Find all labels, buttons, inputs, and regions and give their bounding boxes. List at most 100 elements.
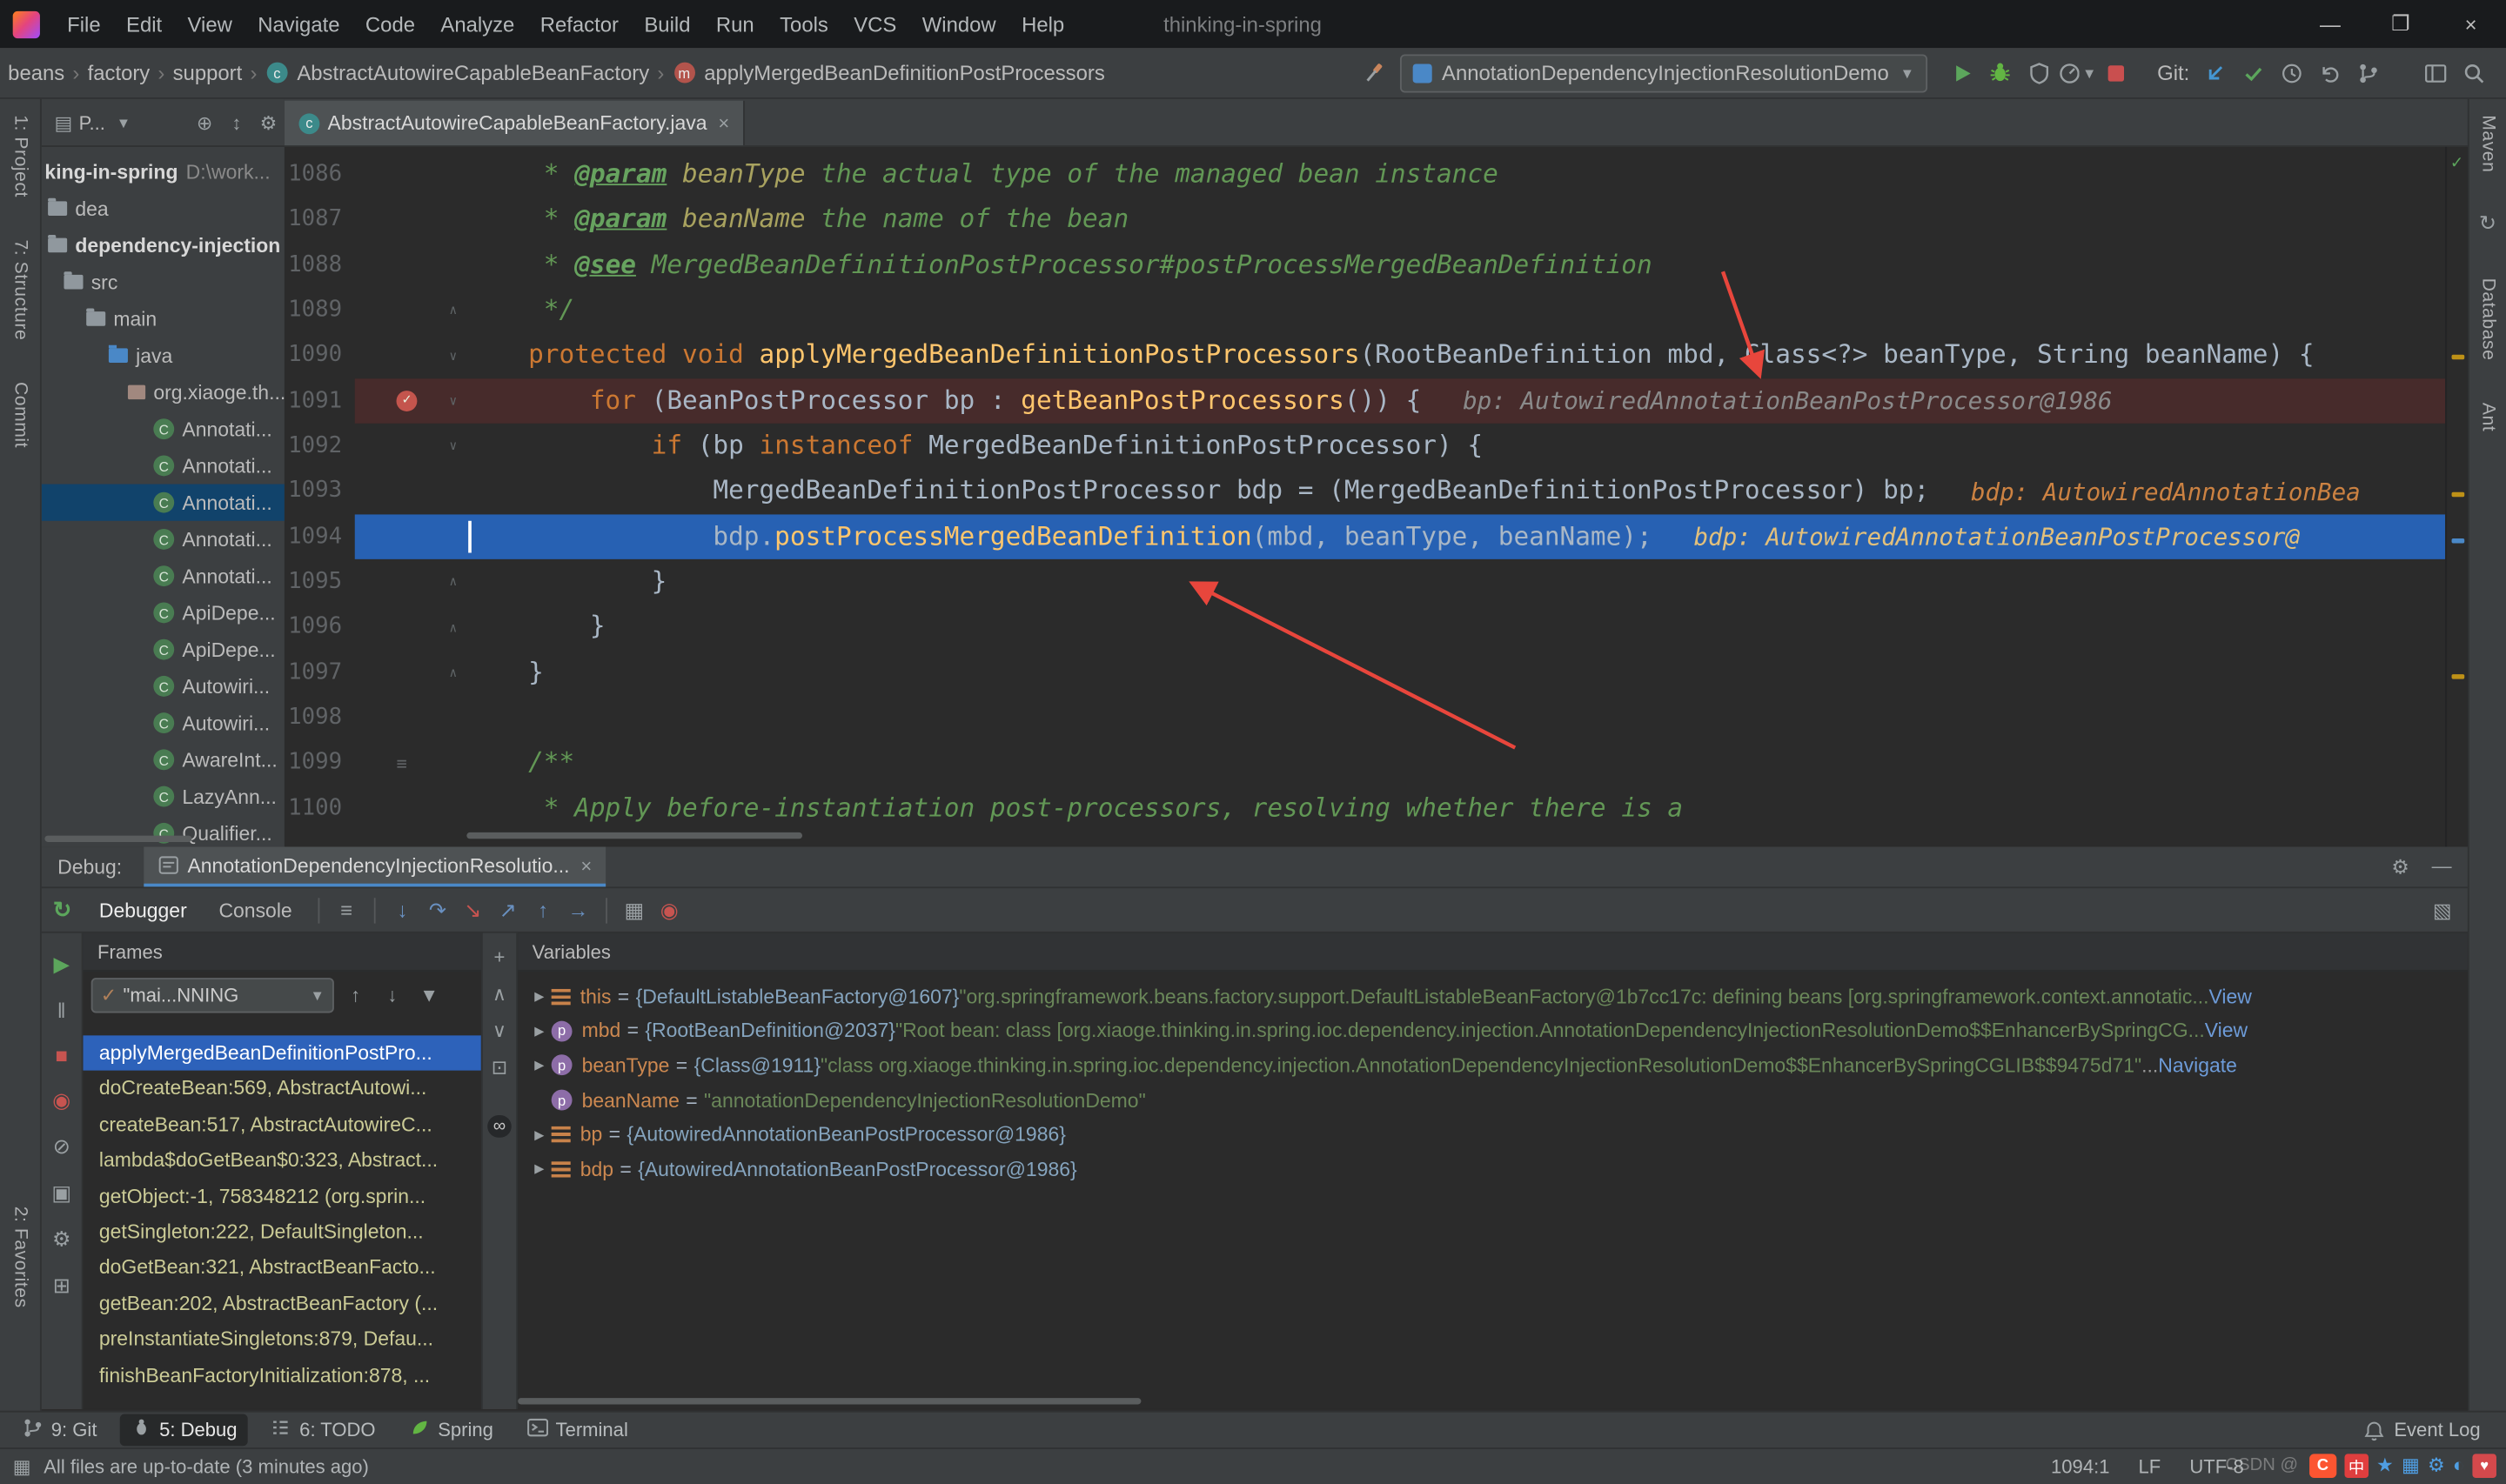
line-number[interactable]: 1091	[285, 378, 355, 424]
fold-icon[interactable]: ∨	[449, 439, 457, 454]
stop-icon[interactable]: ■	[55, 1043, 67, 1067]
line-number[interactable]: 1100	[285, 785, 355, 831]
close-tab-icon[interactable]: ×	[580, 854, 592, 877]
debug-button[interactable]	[1981, 55, 2020, 90]
search-everywhere-icon[interactable]	[2455, 55, 2493, 90]
drop-frame-icon[interactable]: ↑	[526, 898, 560, 922]
editor-gutter[interactable]: ∨	[355, 333, 467, 378]
link-view[interactable]: View	[2208, 986, 2251, 1008]
variable-row[interactable]: pbeanName="annotationDependencyInjection…	[518, 1083, 2468, 1118]
toolwindow-button-spring[interactable]: Spring	[398, 1414, 504, 1447]
code-line[interactable]: 1098	[285, 695, 2445, 740]
breadcrumb-item[interactable]: AbstractAutowireCapableBeanFactory	[296, 61, 651, 85]
editor-gutter[interactable]: ∧	[355, 288, 467, 333]
tree-item[interactable]: CAnnotati...	[42, 521, 285, 558]
stripe-mark[interactable]	[2452, 355, 2465, 360]
menu-view[interactable]: View	[175, 0, 245, 48]
stripe-button-project[interactable]: 1: Project	[10, 115, 30, 197]
toolwindow-button-git[interactable]: 9: Git	[11, 1414, 108, 1447]
git-update-icon[interactable]	[2196, 55, 2235, 90]
tree-item[interactable]: CAutowiri...	[42, 705, 285, 741]
breakpoint-icon[interactable]: ✓	[397, 391, 418, 411]
hamburger-icon[interactable]: ≡	[329, 898, 364, 922]
gear-icon[interactable]: ⚙	[252, 111, 285, 134]
chevron-down-icon[interactable]: ▼	[117, 114, 131, 130]
close-button[interactable]: ×	[2436, 0, 2506, 48]
line-number[interactable]: 1094	[285, 514, 355, 559]
menu-tools[interactable]: Tools	[767, 0, 841, 48]
expand-arrow-icon[interactable]: ▶	[527, 1024, 552, 1039]
editor-gutter[interactable]: ✓∨	[355, 378, 467, 424]
code-line[interactable]: 1086 * @param beanType the actual type o…	[285, 151, 2445, 197]
menu-vcs[interactable]: VCS	[841, 0, 909, 48]
editor-gutter[interactable]: ∨	[355, 424, 467, 469]
tree-item[interactable]: CAnnotati...	[42, 485, 285, 521]
stack-frame[interactable]: finishBeanFactoryInitialization:878, ...	[84, 1357, 481, 1393]
menu-navigate[interactable]: Navigate	[245, 0, 353, 48]
add-watch-icon[interactable]: +	[494, 946, 506, 968]
expand-arrow-icon[interactable]: ▶	[527, 1162, 552, 1177]
fold-icon[interactable]: ∨	[449, 394, 457, 409]
line-number[interactable]: 1098	[285, 695, 355, 740]
line-number[interactable]: 1099	[285, 740, 355, 785]
menu-refactor[interactable]: Refactor	[527, 0, 632, 48]
code-line[interactable]: 1097∧ }	[285, 650, 2445, 695]
stripe-button-ant[interactable]: Ant	[2478, 402, 2497, 431]
variable-row[interactable]: ▶pmbd={RootBeanDefinition@2037} "Root be…	[518, 1014, 2468, 1049]
code-line[interactable]: 1088 * @see MergedBeanDefinitionPostProc…	[285, 243, 2445, 288]
line-number[interactable]: 1092	[285, 424, 355, 469]
line-number[interactable]: 1097	[285, 650, 355, 695]
line-number[interactable]: 1089	[285, 288, 355, 333]
profiler-button[interactable]: ▼	[2058, 55, 2096, 90]
step-into-icon[interactable]: ↘	[455, 897, 490, 922]
restore-layout-icon[interactable]: ▧	[2433, 898, 2452, 922]
thread-dump-icon[interactable]: ▣	[51, 1180, 71, 1206]
toolwindow-button-todo[interactable]: 6: TODO	[259, 1414, 386, 1447]
mute-breakpoints-icon[interactable]: ⊘	[53, 1134, 70, 1160]
show-watches-icon[interactable]: ∞	[486, 1115, 512, 1138]
expand-icon[interactable]: ∨	[492, 1019, 506, 1042]
stripe-button-commit[interactable]: Commit	[10, 381, 30, 447]
pause-icon[interactable]: ‖	[57, 999, 66, 1023]
run-to-cursor-icon[interactable]: →	[560, 898, 595, 922]
code-line[interactable]: 1087 * @param beanName the name of the b…	[285, 197, 2445, 243]
gear-icon[interactable]: ⚙	[52, 1227, 70, 1253]
stack-frame[interactable]: getBean:202, AbstractBeanFactory (...	[84, 1286, 481, 1321]
menu-help[interactable]: Help	[1008, 0, 1077, 48]
resume-icon[interactable]: ▶	[54, 953, 70, 978]
breadcrumb-item[interactable]: support	[171, 61, 244, 85]
editor-gutter[interactable]	[355, 469, 467, 514]
line-number[interactable]: 1088	[285, 243, 355, 288]
git-branch-icon[interactable]	[2349, 55, 2388, 90]
stack-frame[interactable]: applyMergedBeanDefinitionPostPro...	[84, 1035, 481, 1071]
code-line[interactable]: 1090∨ protected void applyMergedBeanDefi…	[285, 333, 2445, 378]
editor-gutter[interactable]: ∧	[355, 650, 467, 695]
stack-frame[interactable]: getSingleton:222, DefaultSingleton...	[84, 1214, 481, 1250]
menu-window[interactable]: Window	[909, 0, 1008, 48]
view-breakpoints-icon[interactable]: ▦	[617, 897, 652, 922]
link-view[interactable]: View	[2205, 1020, 2248, 1043]
editor-gutter[interactable]: ∧	[355, 559, 467, 605]
breadcrumb-item[interactable]: factory	[86, 61, 151, 85]
previous-frame-icon[interactable]: ↑	[340, 984, 371, 1006]
link-navigate[interactable]: Navigate	[2158, 1054, 2237, 1077]
variable-row[interactable]: ▶bp={AutowiredAnnotationBeanPostProcesso…	[518, 1118, 2468, 1153]
history-icon[interactable]	[2273, 55, 2311, 90]
tool-window-switcher-icon[interactable]: ▦	[0, 1455, 44, 1478]
fold-icon[interactable]: ∧	[449, 575, 457, 590]
tree-item[interactable]: CAnnotati...	[42, 558, 285, 594]
step-out-icon[interactable]: ↗	[490, 897, 525, 922]
stack-frame[interactable]: createBean:517, AbstractAutowireC...	[84, 1106, 481, 1142]
editor-horizontal-scrollbar[interactable]	[466, 832, 802, 839]
pin-icon[interactable]: ⊞	[53, 1273, 70, 1299]
tab-console[interactable]: Console	[203, 899, 308, 921]
tree-item[interactable]: CLazyAnn...	[42, 778, 285, 814]
code-line[interactable]: 1094 bdp.postProcessMergedBeanDefinition…	[285, 514, 2445, 559]
editor-tab[interactable]: c AbstractAutowireCapableBeanFactory.jav…	[285, 101, 746, 145]
code-line[interactable]: 1095∧ }	[285, 559, 2445, 605]
tree-item[interactable]: java	[42, 338, 285, 374]
collapse-icon[interactable]: ∧	[492, 983, 506, 1006]
git-commit-icon[interactable]	[2235, 55, 2273, 90]
stack-frame[interactable]: preInstantiateSingletons:879, Defau...	[84, 1321, 481, 1357]
editor-gutter[interactable]	[355, 514, 467, 559]
